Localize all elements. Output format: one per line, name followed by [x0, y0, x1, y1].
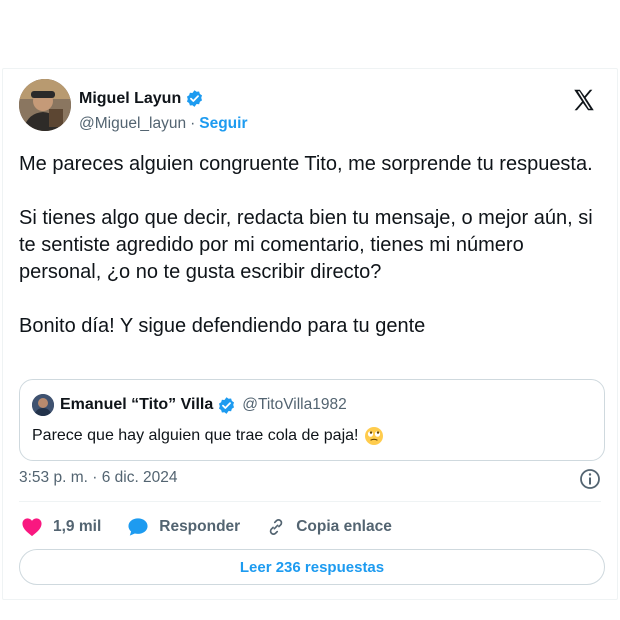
author-name[interactable]: Miguel Layun [79, 90, 181, 108]
read-replies-button[interactable]: Leer 236 respuestas [19, 549, 605, 585]
tweet-text: Me pareces alguien congruente Tito, me s… [19, 151, 599, 367]
reply-button[interactable]: Responder [127, 517, 240, 537]
action-bar: 1,9 mil Responder Copia enlace [21, 515, 418, 539]
author-name-row: Miguel Layun [79, 89, 204, 108]
author-avatar[interactable] [19, 79, 71, 131]
separator-dot: · [190, 115, 196, 132]
quoted-tweet-text: Parece que hay alguien que trae cola de … [32, 427, 359, 444]
tweet-paragraph-2: Si tienes algo que decir, redacta bien t… [19, 207, 593, 283]
divider [19, 501, 601, 502]
quoted-tweet[interactable]: Emanuel “Tito” Villa @TitoVilla1982 Pare… [19, 379, 605, 461]
rolling-eyes-emoji [364, 426, 384, 446]
verified-badge-icon [217, 396, 236, 415]
author-handle-row: @Miguel_layun · Seguir [79, 115, 247, 133]
likes-count: 1,9 mil [53, 518, 102, 535]
x-logo-icon[interactable] [571, 87, 597, 113]
tweet-card: Miguel Layun @Miguel_layun · Seguir Me p… [2, 68, 618, 600]
link-icon [269, 519, 283, 535]
reply-label: Responder [159, 518, 241, 535]
like-button[interactable]: 1,9 mil [21, 517, 101, 537]
tweet-timestamp[interactable]: 3:53 p. m. · 6 dic. 2024 [19, 469, 178, 487]
info-icon[interactable] [579, 468, 601, 490]
quoted-author-handle: @TitoVilla1982 [242, 396, 347, 413]
follow-button[interactable]: Seguir [199, 115, 247, 133]
author-handle[interactable]: @Miguel_layun [79, 115, 186, 133]
tweet-paragraph-1: Me pareces alguien congruente Tito, me s… [19, 153, 593, 175]
reply-bubble-icon [128, 518, 148, 536]
quoted-author-name: Emanuel “Tito” Villa [60, 396, 214, 413]
heart-icon [22, 518, 42, 537]
quoted-author-avatar [32, 394, 54, 416]
tweet-header: Miguel Layun @Miguel_layun · Seguir [19, 77, 603, 135]
tweet-paragraph-3: Bonito día! Y sigue defendiendo para tu … [19, 315, 426, 337]
verified-badge-icon [185, 89, 204, 108]
quoted-tweet-header: Emanuel “Tito” Villa @TitoVilla1982 [32, 394, 347, 416]
quoted-tweet-text-row: Parece que hay alguien que trae cola de … [32, 426, 384, 446]
copy-link-label: Copia enlace [296, 518, 392, 535]
copy-link-button[interactable]: Copia enlace [266, 517, 392, 537]
